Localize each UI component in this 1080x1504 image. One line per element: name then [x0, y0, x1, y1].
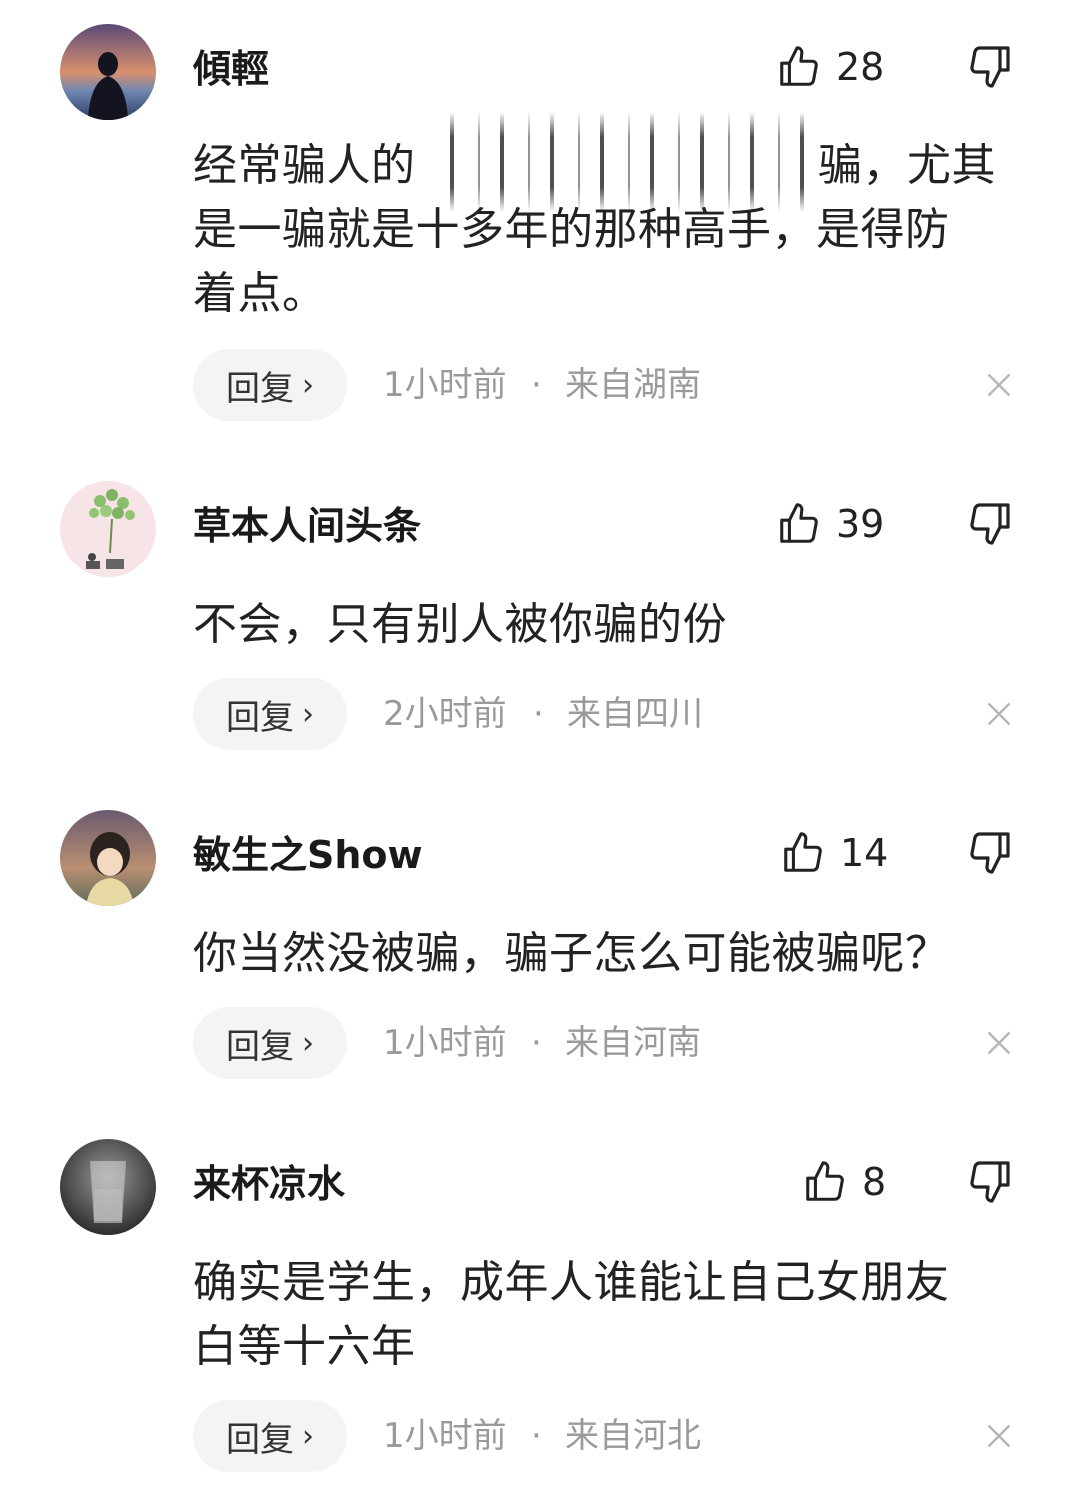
comment-text-line: 骗，尤其: [818, 140, 996, 191]
separator: ·: [531, 365, 542, 405]
chevron-right-icon: ›: [302, 1025, 314, 1061]
reply-label: 回复: [226, 1026, 294, 1067]
chevron-right-icon: ›: [302, 367, 314, 403]
comment-text-line: 着点。: [193, 268, 327, 319]
reply-label: 回复: [226, 368, 294, 409]
redaction-stripes: [430, 112, 815, 212]
comment-text-line: 白等十六年: [193, 1321, 416, 1372]
thumbs-down-icon[interactable]: [966, 499, 1014, 547]
like-button[interactable]: 28: [776, 40, 884, 94]
thumbs-up-icon: [784, 832, 822, 872]
comment-meta: 回复 › 1小时前 · 来自河北: [193, 1400, 1023, 1472]
like-count: 28: [836, 45, 885, 89]
reply-button[interactable]: 回复 ›: [193, 1400, 347, 1472]
comment-time: 1小时前: [383, 365, 507, 405]
close-icon[interactable]: [985, 700, 1013, 728]
thumbs-up-icon: [780, 46, 818, 86]
username[interactable]: 来杯凉水: [193, 1153, 345, 1208]
separator: ·: [531, 1023, 542, 1063]
separator: ·: [531, 1416, 542, 1456]
comment-time: 2小时前: [383, 694, 507, 734]
comment-time: 1小时前: [383, 1416, 507, 1456]
comment-text-line: 确实是学生，成年人谁能让自己女朋友: [193, 1257, 950, 1308]
reply-button[interactable]: 回复 ›: [193, 349, 347, 421]
username[interactable]: 敏生之Show: [193, 824, 423, 879]
reply-label: 回复: [226, 697, 294, 738]
like-button[interactable]: 14: [780, 826, 888, 880]
chevron-right-icon: ›: [302, 1418, 314, 1454]
comment-time: 1小时前: [383, 1023, 507, 1063]
reply-label: 回复: [226, 1419, 294, 1460]
comment-text: 确实是学生，成年人谁能让自己女朋友 白等十六年: [193, 1251, 1013, 1379]
thumbs-down-icon[interactable]: [966, 1157, 1014, 1205]
like-count: 39: [836, 502, 885, 546]
reply-button[interactable]: 回复 ›: [193, 1007, 347, 1079]
close-icon[interactable]: [985, 1422, 1013, 1450]
like-count: 14: [840, 831, 889, 875]
avatar[interactable]: [60, 24, 156, 120]
comment-location: 来自四川: [567, 694, 703, 734]
close-icon[interactable]: [985, 371, 1013, 399]
comment-meta: 回复 › 1小时前 · 来自湖南: [193, 349, 1023, 421]
avatar[interactable]: [60, 1139, 156, 1235]
comment-text: 你当然没被骗，骗子怎么可能被骗呢？: [193, 928, 950, 979]
username[interactable]: 草本人间头条: [193, 495, 421, 550]
comment-location: 来自湖南: [565, 365, 701, 405]
thumbs-down-icon[interactable]: [966, 828, 1014, 876]
separator: ·: [533, 694, 544, 734]
username[interactable]: 傾輕: [193, 38, 269, 93]
reply-button[interactable]: 回复 ›: [193, 678, 347, 750]
avatar[interactable]: [60, 481, 156, 577]
thumbs-up-icon: [780, 503, 818, 543]
comment-meta: 回复 › 1小时前 · 来自河南: [193, 1007, 1023, 1079]
thumbs-up-icon: [806, 1161, 844, 1201]
comment-location: 来自河南: [565, 1023, 701, 1063]
like-button[interactable]: 39: [776, 497, 884, 551]
avatar[interactable]: [60, 810, 156, 906]
like-button[interactable]: 8: [802, 1155, 886, 1209]
comment-location: 来自河北: [565, 1416, 701, 1456]
close-icon[interactable]: [985, 1029, 1013, 1057]
chevron-right-icon: ›: [302, 696, 314, 732]
like-count: 8: [862, 1160, 887, 1204]
comment-text: 不会，只有别人被你骗的份: [193, 599, 727, 650]
thumbs-down-icon[interactable]: [966, 42, 1014, 90]
comment-meta: 回复 › 2小时前 · 来自四川: [193, 678, 1023, 750]
comment-text-line: 经常骗人的: [193, 140, 416, 191]
